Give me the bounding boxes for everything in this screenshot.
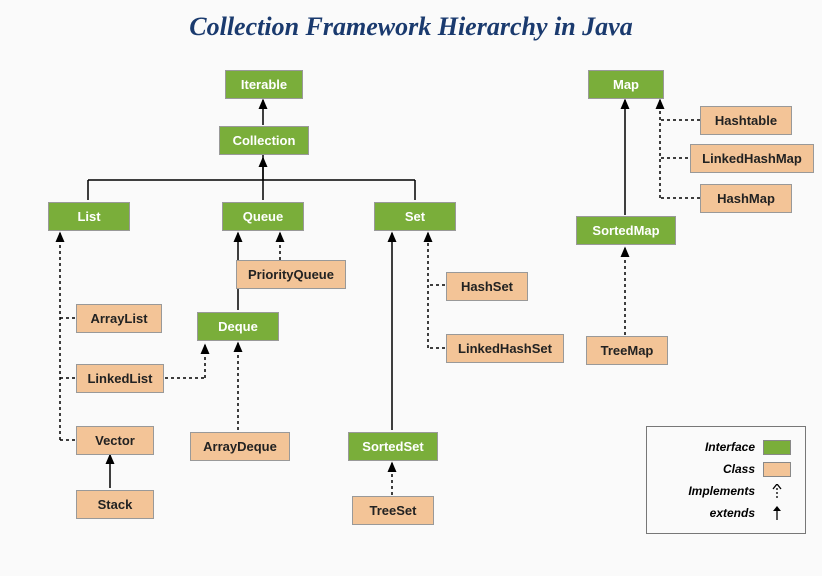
node-arraylist: ArrayList <box>76 304 162 333</box>
node-stack: Stack <box>76 490 154 519</box>
legend-class-label: Class <box>683 462 755 476</box>
node-collection: Collection <box>219 126 309 155</box>
legend-row-class: Class <box>661 459 791 479</box>
legend-box: Interface Class Implements extends <box>646 426 806 534</box>
legend-class-swatch <box>763 462 791 477</box>
legend-implements-arrow-icon <box>763 484 791 498</box>
node-treeset: TreeSet <box>352 496 434 525</box>
node-set: Set <box>374 202 456 231</box>
node-sortedset: SortedSet <box>348 432 438 461</box>
node-treemap: TreeMap <box>586 336 668 365</box>
legend-row-interface: Interface <box>661 437 791 457</box>
node-list: List <box>48 202 130 231</box>
node-iterable: Iterable <box>225 70 303 99</box>
legend-interface-swatch <box>763 440 791 455</box>
node-linkedhashmap: LinkedHashMap <box>690 144 814 173</box>
node-linkedhashset: LinkedHashSet <box>446 334 564 363</box>
node-hashmap: HashMap <box>700 184 792 213</box>
legend-row-extends: extends <box>661 503 791 523</box>
legend-row-implements: Implements <box>661 481 791 501</box>
node-map: Map <box>588 70 664 99</box>
legend-implements-label: Implements <box>683 484 755 498</box>
node-hashtable: Hashtable <box>700 106 792 135</box>
diagram-title: Collection Framework Hierarchy in Java <box>0 12 822 42</box>
node-priorityqueue: PriorityQueue <box>236 260 346 289</box>
node-sortedmap: SortedMap <box>576 216 676 245</box>
node-arraydeque: ArrayDeque <box>190 432 290 461</box>
node-vector: Vector <box>76 426 154 455</box>
legend-extends-arrow-icon <box>763 506 791 520</box>
node-linkedlist: LinkedList <box>76 364 164 393</box>
legend-interface-label: Interface <box>683 440 755 454</box>
node-deque: Deque <box>197 312 279 341</box>
legend-extends-label: extends <box>683 506 755 520</box>
node-queue: Queue <box>222 202 304 231</box>
node-hashset: HashSet <box>446 272 528 301</box>
